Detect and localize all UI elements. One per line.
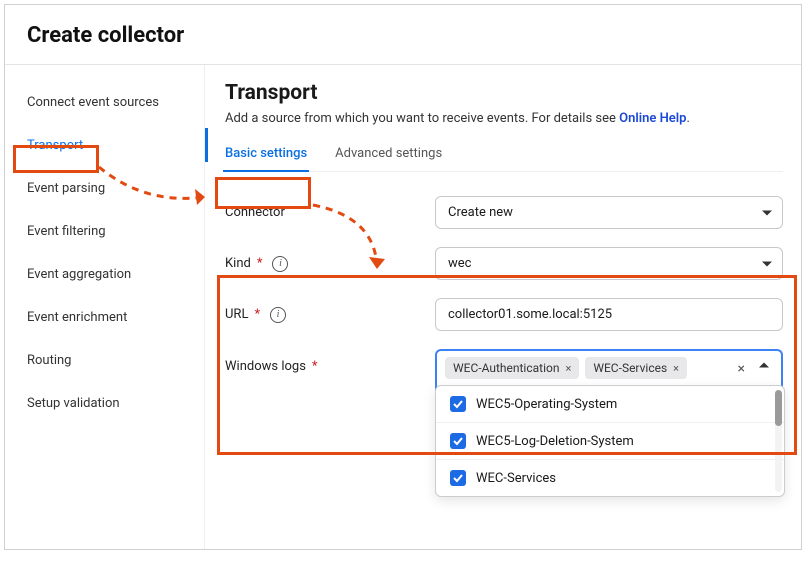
sidebar-item-event-parsing[interactable]: Event parsing [5, 167, 204, 210]
checkbox-checked-icon[interactable] [450, 433, 466, 449]
sidebar-item-label: Routing [27, 353, 71, 368]
chevron-down-icon [762, 210, 772, 215]
sidebar-item-label: Event enrichment [27, 310, 127, 325]
label-windows-logs: Windows logs * [225, 349, 435, 374]
label-kind: Kind * i [225, 256, 435, 272]
tag: WEC-Authentication × [445, 357, 579, 379]
tag-label: WEC-Authentication [453, 361, 559, 375]
sidebar-item-label: Setup validation [27, 396, 120, 411]
label-text: Connector [225, 205, 285, 220]
info-icon[interactable]: i [270, 307, 286, 323]
sidebar-item-event-enrichment[interactable]: Event enrichment [5, 296, 204, 339]
tag: WEC-Services × [585, 357, 687, 379]
desc-text: . [686, 111, 689, 126]
tab-basic-settings[interactable]: Basic settings [225, 146, 307, 171]
option-label: WEC-Services [476, 471, 556, 486]
sidebar-item-routing[interactable]: Routing [5, 339, 204, 382]
dropdown-option[interactable]: WEC5-Log-Deletion-System [436, 422, 784, 459]
tab-left-indicator [205, 128, 208, 162]
row-url: URL * i collector01.some.local:5125 [225, 298, 783, 331]
sidebar-item-label: Connect event sources [27, 95, 159, 110]
wizard-sidebar: Connect event sources Transport Event pa… [5, 65, 205, 549]
sidebar-item-setup-validation[interactable]: Setup validation [5, 382, 204, 425]
label-text: Kind [225, 256, 251, 271]
row-kind: Kind * i wec [225, 247, 783, 280]
clear-all-icon[interactable]: × [738, 361, 745, 377]
label-text: URL [225, 307, 248, 322]
label-connector: Connector [225, 205, 435, 220]
sidebar-item-event-filtering[interactable]: Event filtering [5, 210, 204, 253]
sidebar-item-transport[interactable]: Transport [5, 124, 204, 167]
page-title: Create collector [5, 5, 801, 64]
dropdown-option[interactable]: WEC-Services [436, 459, 784, 496]
select-value: Create new [448, 205, 513, 220]
sidebar-item-connect-event-sources[interactable]: Connect event sources [5, 81, 204, 124]
sidebar-item-event-aggregation[interactable]: Event aggregation [5, 253, 204, 296]
main-panel: Transport Add a source from which you wa… [205, 65, 801, 549]
sidebar-item-label: Event filtering [27, 224, 106, 239]
dropdown-option[interactable]: WEC5-Operating-System [436, 386, 784, 422]
input-value: collector01.some.local:5125 [448, 307, 612, 322]
select-value: wec [448, 256, 471, 271]
desc-text: Add a source from which you want to rece… [225, 111, 619, 126]
url-input[interactable]: collector01.some.local:5125 [435, 298, 783, 331]
sidebar-item-label: Event aggregation [27, 267, 131, 282]
label-text: Windows logs [225, 359, 306, 374]
windows-logs-dropdown: WEC5-Operating-System WEC5-Log-Deletion-… [435, 385, 785, 497]
option-label: WEC5-Log-Deletion-System [476, 434, 634, 449]
tag-label: WEC-Services [593, 361, 667, 375]
sidebar-item-label: Event parsing [27, 181, 105, 196]
required-asterisk: * [254, 307, 260, 322]
info-icon[interactable]: i [272, 256, 288, 272]
option-label: WEC5-Operating-System [476, 397, 617, 412]
remove-tag-icon[interactable]: × [673, 362, 679, 375]
scrollbar-thumb[interactable] [775, 390, 782, 426]
kind-select[interactable]: wec [435, 247, 783, 280]
section-title: Transport [225, 81, 783, 105]
section-description: Add a source from which you want to rece… [225, 111, 783, 126]
sidebar-item-label: Transport [27, 138, 83, 153]
tab-advanced-settings[interactable]: Advanced settings [335, 146, 442, 171]
chevron-down-icon [762, 261, 772, 266]
checkbox-checked-icon[interactable] [450, 470, 466, 486]
label-url: URL * i [225, 307, 435, 323]
connector-select[interactable]: Create new [435, 196, 783, 229]
required-asterisk: * [257, 256, 263, 271]
chevron-up-icon[interactable] [759, 363, 769, 368]
checkbox-checked-icon[interactable] [450, 396, 466, 412]
remove-tag-icon[interactable]: × [565, 362, 571, 375]
row-connector: Connector Create new [225, 196, 783, 229]
required-asterisk: * [312, 359, 318, 374]
online-help-link[interactable]: Online Help [619, 111, 686, 126]
tabs: Basic settings Advanced settings [225, 146, 783, 172]
